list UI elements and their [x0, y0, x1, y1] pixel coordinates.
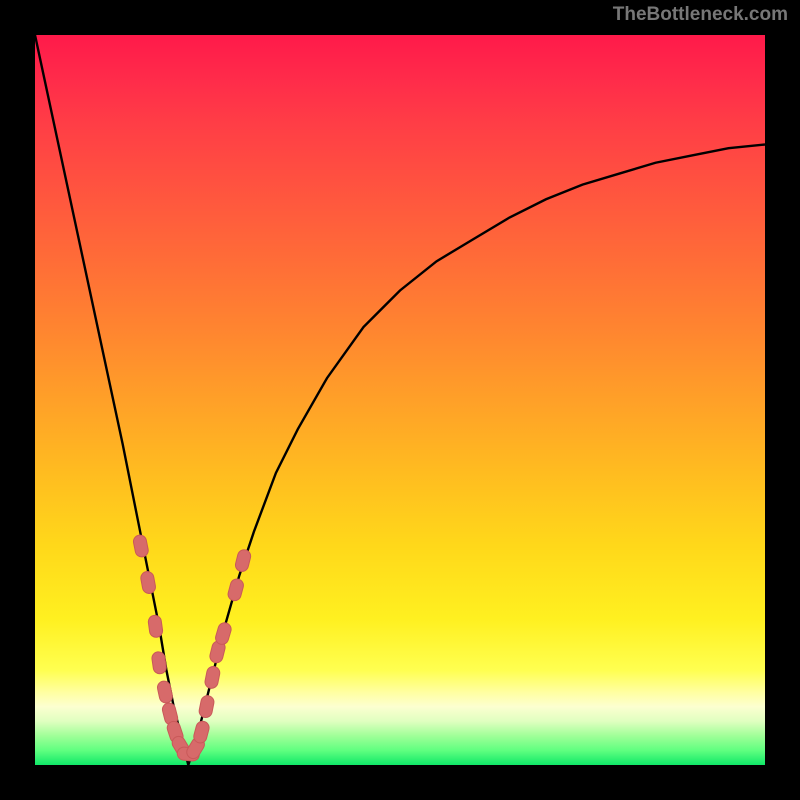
data-marker	[192, 720, 210, 745]
bottleneck-curve	[35, 35, 765, 765]
curve-layer	[35, 35, 765, 765]
data-marker	[214, 621, 233, 646]
data-marker	[227, 577, 245, 602]
data-marker	[132, 534, 149, 558]
data-marker	[156, 680, 173, 704]
data-marker	[204, 665, 221, 689]
data-markers	[132, 534, 252, 762]
plot-area	[35, 35, 765, 765]
chart-frame: TheBottleneck.com	[0, 0, 800, 800]
data-marker	[234, 548, 252, 572]
data-marker	[140, 571, 157, 595]
watermark-text: TheBottleneck.com	[613, 4, 788, 26]
data-marker	[198, 695, 215, 719]
data-marker	[148, 615, 164, 639]
